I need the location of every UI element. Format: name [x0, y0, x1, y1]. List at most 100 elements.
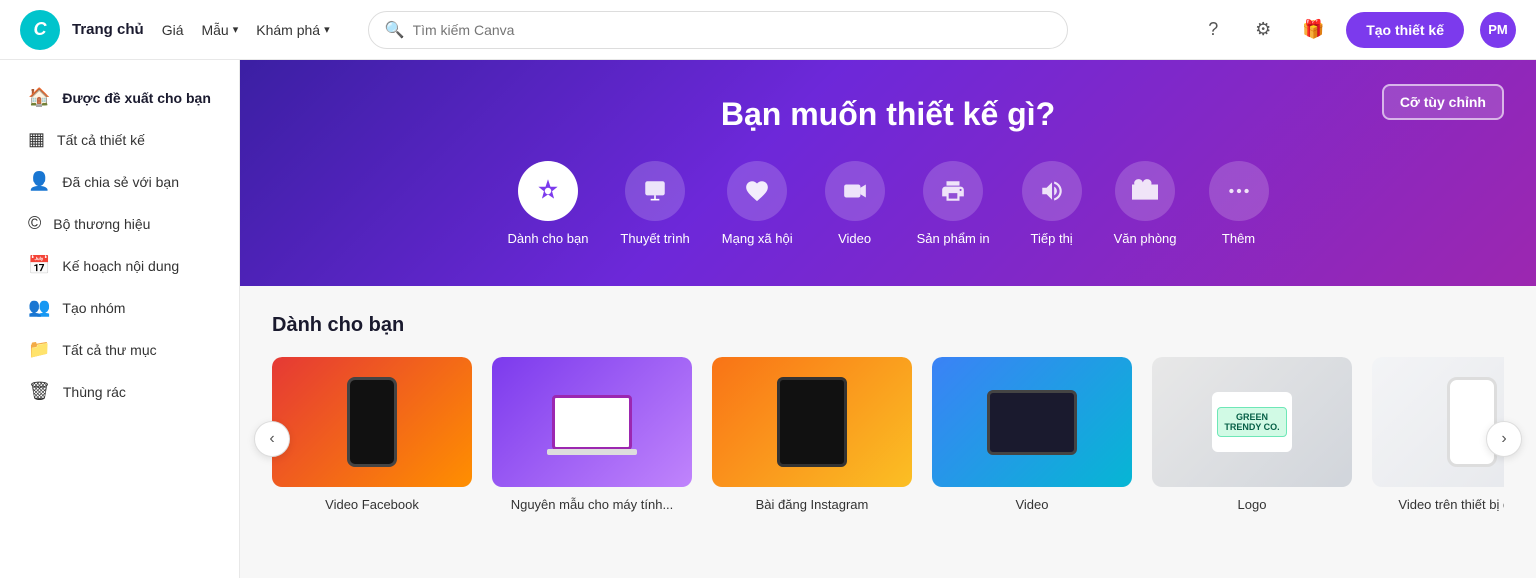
social-icon [727, 161, 787, 221]
cards-carousel: ‹ Video Facebook [272, 357, 1504, 520]
settings-icon[interactable]: ⚙ [1246, 13, 1280, 47]
card-label: Nguyên mẫu cho máy tính... [492, 497, 692, 512]
sidebar-item-all-designs[interactable]: ▦ Tất cả thiết kế [8, 119, 231, 160]
sidebar-item-label: Tạo nhóm [62, 300, 125, 316]
marketing-icon [1022, 161, 1082, 221]
thumb-visual [272, 357, 472, 487]
card-label: Bài đăng Instagram [712, 497, 912, 512]
category-label: Thuyết trình [620, 231, 689, 246]
explore-chevron-icon: ▾ [324, 23, 330, 36]
sidebar-item-label: Kế hoạch nội dung [62, 258, 179, 274]
category-label: Dành cho bạn [507, 231, 588, 246]
more-icon [1209, 161, 1269, 221]
for-you-icon [518, 161, 578, 221]
video-mockup [987, 390, 1077, 455]
thumb-visual [1372, 357, 1504, 487]
card-facebook-video[interactable]: Video Facebook [272, 357, 472, 512]
logo-mockup: GREENTRENDY CO. [1212, 392, 1292, 452]
sidebar-item-label: Bộ thương hiệu [53, 216, 150, 232]
card-label: Video trên thiết bị di động [1372, 497, 1504, 512]
search-bar: 🔍 [368, 11, 1068, 49]
category-label: Thêm [1222, 231, 1255, 246]
card-thumb [712, 357, 912, 487]
carousel-arrow-left[interactable]: ‹ [254, 421, 290, 457]
category-for-you[interactable]: Dành cho bạn [507, 161, 588, 246]
search-input[interactable] [413, 22, 1051, 38]
card-mobile-video[interactable]: Video trên thiết bị di động [1372, 357, 1504, 512]
nav-price[interactable]: Giá [162, 22, 184, 38]
card-laptop-prototype[interactable]: Nguyên mẫu cho máy tính... [492, 357, 692, 512]
nav-home[interactable]: Trang chủ [72, 21, 144, 38]
header: C Trang chủ Giá Mẫu ▾ Khám phá ▾ 🔍 ? ⚙ 🎁… [0, 0, 1536, 60]
sidebar-item-content-plan[interactable]: 📅 Kế hoạch nội dung [8, 245, 231, 286]
section-title: Dành cho bạn [272, 314, 1504, 337]
canva-logo[interactable]: C [20, 10, 60, 50]
card-logo[interactable]: GREENTRENDY CO. Logo [1152, 357, 1352, 512]
sidebar-item-recommended[interactable]: 🏠 Được đề xuất cho bạn [8, 77, 231, 118]
sidebar-item-label: Đã chia sẻ với bạn [62, 174, 179, 190]
hero-title: Bạn muốn thiết kế gì? [280, 96, 1496, 133]
category-label: Sản phẩm in [917, 231, 990, 246]
sidebar-item-trash[interactable]: 🗑 Thùng rác [8, 371, 231, 412]
cards-list: Video Facebook Nguyên mẫu cho máy tính..… [272, 357, 1504, 520]
category-presentation[interactable]: Thuyết trình [620, 161, 689, 246]
main-content: Cỡ tùy chỉnh Bạn muốn thiết kế gì? Dành … [240, 60, 1536, 578]
calendar-icon: 📅 [28, 255, 50, 276]
gift-icon[interactable]: 🎁 [1296, 13, 1330, 47]
nav-explore[interactable]: Khám phá ▾ [256, 22, 329, 38]
sidebar-item-label: Tất cả thiết kế [57, 132, 145, 148]
search-icon: 🔍 [385, 20, 405, 40]
hero-banner: Cỡ tùy chỉnh Bạn muốn thiết kế gì? Dành … [240, 60, 1536, 286]
custom-size-button[interactable]: Cỡ tùy chỉnh [1382, 84, 1504, 120]
brand-icon: © [28, 213, 41, 234]
category-label: Văn phòng [1114, 231, 1177, 246]
notebook-mockup [777, 377, 847, 467]
category-more[interactable]: Thêm [1209, 161, 1269, 246]
card-instagram-post[interactable]: Bài đăng Instagram [712, 357, 912, 512]
mobile-mockup [1447, 377, 1497, 467]
sidebar: 🏠 Được đề xuất cho bạn ▦ Tất cả thiết kế… [0, 60, 240, 578]
sidebar-item-label: Thùng rác [63, 384, 126, 400]
home-icon: 🏠 [28, 87, 50, 108]
card-label: Logo [1152, 497, 1352, 512]
carousel-arrow-right[interactable]: › [1486, 421, 1522, 457]
card-thumb: GREENTRENDY CO. [1152, 357, 1352, 487]
phone-mockup [347, 377, 397, 467]
category-office[interactable]: Văn phòng [1114, 161, 1177, 246]
card-thumb [1372, 357, 1504, 487]
sidebar-item-label: Được đề xuất cho bạn [62, 90, 210, 106]
create-design-button[interactable]: Tạo thiết kế [1346, 12, 1464, 48]
category-video[interactable]: Video [825, 161, 885, 246]
thumb-visual [712, 357, 912, 487]
nav-templates[interactable]: Mẫu ▾ [201, 22, 238, 38]
presentation-icon [625, 161, 685, 221]
sidebar-item-brand[interactable]: © Bộ thương hiệu [8, 203, 231, 244]
category-label: Tiếp thị [1031, 231, 1073, 246]
folder-icon: 📁 [28, 339, 50, 360]
card-label: Video Facebook [272, 497, 472, 512]
templates-chevron-icon: ▾ [233, 23, 239, 36]
category-label: Video [838, 231, 871, 246]
sidebar-item-label: Tất cả thư mục [62, 342, 156, 358]
sidebar-item-shared[interactable]: 👤 Đã chia sẻ với bạn [8, 161, 231, 202]
thumb-visual [932, 357, 1132, 487]
thumb-visual: GREENTRENDY CO. [1152, 357, 1352, 487]
category-social[interactable]: Mạng xã hội [722, 161, 793, 246]
thumb-visual [492, 357, 692, 487]
sidebar-item-all-folders[interactable]: 📁 Tất cả thư mục [8, 329, 231, 370]
card-thumb [932, 357, 1132, 487]
card-video[interactable]: Video [932, 357, 1132, 512]
teams-icon: 👥 [28, 297, 50, 318]
laptop-mockup [552, 395, 632, 450]
header-actions: ? ⚙ 🎁 Tạo thiết kế PM [1196, 12, 1516, 48]
avatar[interactable]: PM [1480, 12, 1516, 48]
help-icon[interactable]: ? [1196, 13, 1230, 47]
category-marketing[interactable]: Tiếp thị [1022, 161, 1082, 246]
category-print[interactable]: Sản phẩm in [917, 161, 990, 246]
print-icon [923, 161, 983, 221]
logo-badge: GREENTRENDY CO. [1217, 407, 1286, 437]
sidebar-item-teams[interactable]: 👥 Tạo nhóm [8, 287, 231, 328]
trash-icon: 🗑 [28, 381, 51, 402]
category-label: Mạng xã hội [722, 231, 793, 246]
office-icon [1115, 161, 1175, 221]
